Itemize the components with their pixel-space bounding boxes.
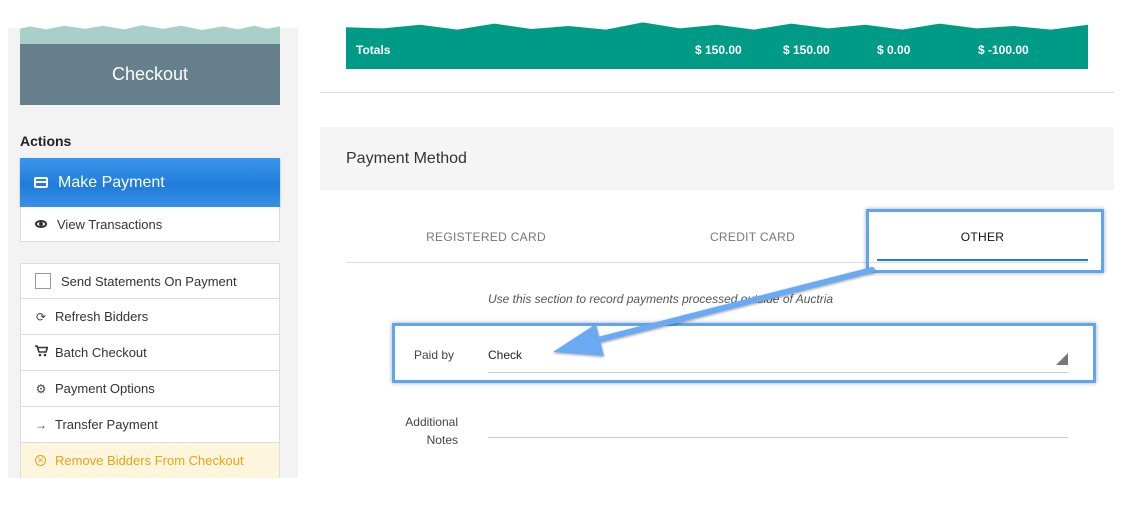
paid-by-select[interactable] xyxy=(488,340,1068,373)
make-payment-label: Make Payment xyxy=(58,173,165,191)
totals-value-1: $ 150.00 xyxy=(695,43,742,57)
gear-icon: ⚙ xyxy=(35,381,47,396)
action-label: Payment Options xyxy=(55,381,155,396)
actions-heading: Actions xyxy=(20,133,72,149)
make-payment-button[interactable]: Make Payment xyxy=(20,158,280,207)
payment-method-title: Payment Method xyxy=(346,150,467,167)
refresh-icon: ⟳ xyxy=(35,309,47,324)
select-triangle-icon xyxy=(1056,353,1068,365)
payment-options-button[interactable]: ⚙ Payment Options xyxy=(20,371,280,407)
action-list: Send Statements On Payment ⟳ Refresh Bid… xyxy=(20,263,280,479)
totals-value-4: $ -100.00 xyxy=(978,43,1029,57)
remove-bidders-button[interactable]: ✕ Remove Bidders From Checkout xyxy=(20,443,280,479)
paid-by-value: Check xyxy=(488,348,523,362)
view-transactions-label: View Transactions xyxy=(57,216,163,232)
transfer-payment-button[interactable]: → Transfer Payment xyxy=(20,407,280,443)
action-label: Transfer Payment xyxy=(55,417,158,432)
totals-value-2: $ 150.00 xyxy=(783,43,830,57)
tab-credit-card[interactable]: CREDIT CARD xyxy=(626,210,879,262)
cart-icon xyxy=(35,345,49,360)
checkout-title: Checkout xyxy=(20,44,280,105)
arrow-right-icon: → xyxy=(35,417,47,432)
tab-registered-card[interactable]: REGISTERED CARD xyxy=(346,210,626,262)
totals-row: Totals $ 150.00 $ 150.00 $ 0.00 $ -100.0… xyxy=(346,30,1088,69)
eye-icon xyxy=(35,220,47,228)
action-label: Batch Checkout xyxy=(55,345,147,360)
send-statements-checkbox[interactable] xyxy=(35,273,51,289)
info-note: Use this section to record payments proc… xyxy=(488,292,834,306)
additional-notes-label: Additional Notes xyxy=(405,415,458,447)
x-circle-icon: ✕ xyxy=(35,455,46,466)
totals-label: Totals xyxy=(356,43,391,57)
view-transactions-button[interactable]: View Transactions xyxy=(20,207,280,242)
action-label: Remove Bidders From Checkout xyxy=(55,453,244,468)
action-label: Refresh Bidders xyxy=(55,309,149,324)
send-statements-toggle[interactable]: Send Statements On Payment xyxy=(20,263,280,299)
action-label: Send Statements On Payment xyxy=(61,273,237,289)
torn-bottom-edge xyxy=(0,478,1134,516)
additional-notes-input[interactable] xyxy=(488,437,1068,438)
credit-card-icon xyxy=(34,177,48,188)
batch-checkout-button[interactable]: Batch Checkout xyxy=(20,335,280,371)
section-divider xyxy=(320,92,1114,93)
highlight-box-other-tab xyxy=(866,209,1104,273)
paid-by-label: Paid by xyxy=(414,348,455,362)
totals-value-3: $ 0.00 xyxy=(877,43,911,57)
checkout-card-banner xyxy=(20,24,280,44)
refresh-bidders-button[interactable]: ⟳ Refresh Bidders xyxy=(20,299,280,335)
